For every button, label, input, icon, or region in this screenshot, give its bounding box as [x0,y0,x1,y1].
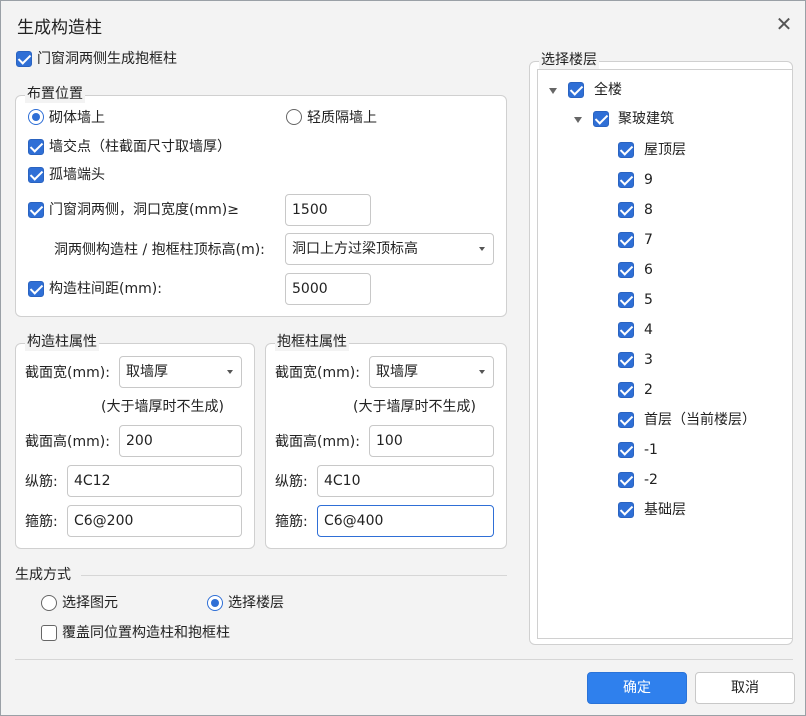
floor-item: 首层（当前楼层） [644,412,756,428]
floor-checkbox[interactable] [618,352,634,368]
bkz-note: (大于墙厚时不生成) [353,399,476,415]
floor-checkbox[interactable] [618,322,634,338]
floor-checkbox[interactable] [618,292,634,308]
dialog-title: 生成构造柱 [17,18,102,38]
floor-checkbox[interactable] [618,202,634,218]
column-spacing-label: 构造柱间距(mm): [49,281,162,297]
bkz-width-label: 截面宽(mm): [275,365,360,381]
floor-checkbox[interactable] [618,232,634,248]
floor-item: 屋顶层 [644,142,686,158]
floor-item: 9 [644,172,653,188]
wall-junction-checkbox[interactable] [28,139,44,155]
floor-item: -2 [644,472,658,488]
top-elevation-value: 洞口上方过梁顶标高 [292,241,418,257]
floor-item: 3 [644,352,653,368]
chevron-down-icon[interactable] [549,88,557,94]
radio-select-floor[interactable] [207,595,223,611]
overwrite-label: 覆盖同位置构造柱和抱框柱 [62,625,230,641]
gzz-note: (大于墙厚时不生成) [101,399,224,415]
bkz-stirrup-label: 箍筋: [275,514,308,530]
gzz-width-select[interactable]: 取墙厚 [119,356,242,388]
floor-checkbox[interactable] [618,442,634,458]
isolated-wall-end-checkbox[interactable] [28,167,44,183]
placement-legend: 布置位置 [25,85,85,103]
radio-partition-wall[interactable] [286,109,302,125]
gzz-long-bar-label: 纵筋: [25,474,58,490]
opening-sides-frame-column-checkbox[interactable] [16,51,32,67]
floor-checkbox[interactable] [618,502,634,518]
floor-item: 4 [644,322,653,338]
radio-partition-label: 轻质隔墙上 [307,110,377,126]
floor-checkbox[interactable] [618,172,634,188]
floor-checkbox[interactable] [618,262,634,278]
footer-divider [15,659,793,660]
generate-mode-divider [81,575,507,576]
radio-select-floor-label: 选择楼层 [228,595,284,611]
bkz-props-legend: 抱框柱属性 [275,333,349,351]
bkz-width-select[interactable]: 取墙厚 [369,356,494,388]
column-spacing-checkbox[interactable] [28,281,44,297]
gzz-stirrup-input[interactable]: C6@200 [67,505,242,537]
floor-item: 7 [644,232,653,248]
floor-root-label: 全楼 [594,82,622,98]
bkz-width-value: 取墙厚 [376,364,418,380]
ok-button[interactable]: 确定 [587,672,687,704]
bkz-stirrup-input[interactable]: C6@400 [317,505,494,537]
floor-item: 8 [644,202,653,218]
radio-select-element[interactable] [41,595,57,611]
gzz-width-label: 截面宽(mm): [25,365,110,381]
gzz-props-legend: 构造柱属性 [25,333,99,351]
opening-sides-checkbox[interactable] [28,202,44,218]
cancel-button[interactable]: 取消 [695,672,795,704]
chevron-down-icon[interactable] [574,117,582,123]
radio-masonry-wall[interactable] [28,109,44,125]
building-label: 聚玻建筑 [618,111,674,127]
radio-select-element-label: 选择图元 [62,595,118,611]
floor-checkbox[interactable] [618,382,634,398]
close-icon[interactable]: ✕ [773,13,795,35]
opening-sides-label: 门窗洞两侧，洞口宽度(mm)≥ [49,202,239,218]
generate-constructional-column-dialog: 生成构造柱 ✕ 门窗洞两侧生成抱框柱 布置位置 砌体墙上 轻质隔墙上 墙交点（柱… [0,0,806,716]
column-spacing-input[interactable]: 5000 [285,273,371,305]
gzz-long-bar-input[interactable]: 4C12 [67,465,242,497]
overwrite-checkbox[interactable] [41,625,57,641]
floor-item: 基础层 [644,502,686,518]
bkz-long-bar-label: 纵筋: [275,474,308,490]
bkz-height-input[interactable]: 100 [369,425,494,457]
building-checkbox[interactable] [593,111,609,127]
floor-checkbox[interactable] [618,142,634,158]
floor-item: 2 [644,382,653,398]
floor-item: 6 [644,262,653,278]
top-elevation-label: 洞两侧构造柱 / 抱框柱顶标高(m): [54,242,265,258]
top-option-label: 门窗洞两侧生成抱框柱 [37,51,177,67]
wall-junction-label: 墙交点（柱截面尺寸取墙厚） [49,139,231,155]
generate-mode-legend: 生成方式 [15,567,71,583]
bkz-long-bar-input[interactable]: 4C10 [317,465,494,497]
floor-item: 5 [644,292,653,308]
gzz-height-input[interactable]: 200 [119,425,242,457]
top-elevation-select[interactable]: 洞口上方过梁顶标高 [285,233,494,265]
floor-checkbox[interactable] [618,412,634,428]
opening-width-input[interactable]: 1500 [285,194,371,226]
gzz-height-label: 截面高(mm): [25,434,110,450]
gzz-width-value: 取墙厚 [126,364,168,380]
floor-checkbox[interactable] [618,472,634,488]
floor-item: -1 [644,442,658,458]
isolated-wall-end-label: 孤墙端头 [49,167,105,183]
bkz-height-label: 截面高(mm): [275,434,360,450]
floor-selection-legend: 选择楼层 [539,51,599,69]
floor-root-checkbox[interactable] [568,82,584,98]
gzz-stirrup-label: 箍筋: [25,514,58,530]
radio-masonry-label: 砌体墙上 [49,110,105,126]
